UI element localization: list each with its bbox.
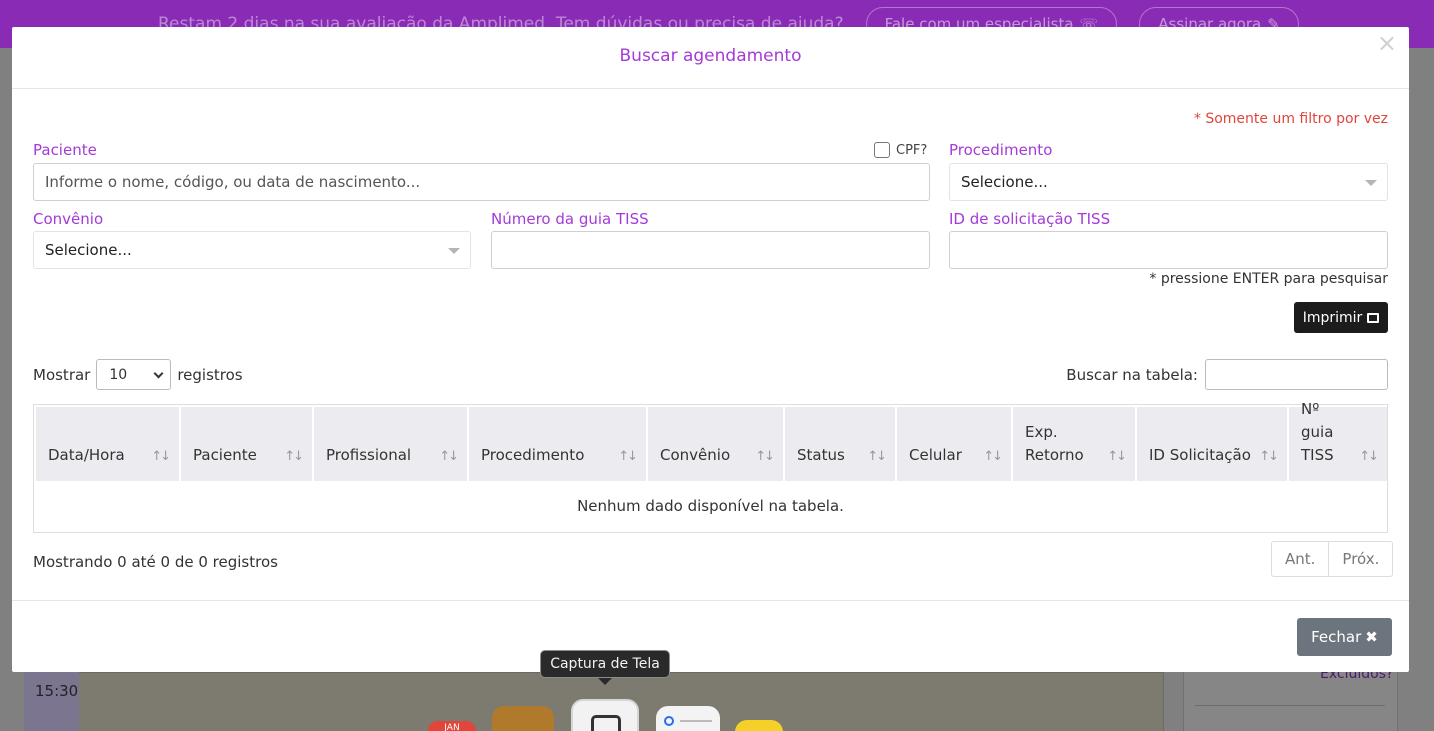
sort-icon: ↑↓ [151,449,171,464]
column-header-insurance[interactable]: Convênio ↑↓ [648,407,783,481]
page-length-select[interactable]: 10 [96,359,172,390]
chevron-down-icon [153,368,164,379]
column-header-mobile[interactable]: Celular ↑↓ [897,407,1011,481]
sort-icon: ↑↓ [1107,449,1127,464]
column-header-label: Celular [909,446,962,464]
column-header-professional[interactable]: Profissional ↑↓ [314,407,467,481]
insurance-select[interactable]: Selecione... [33,231,471,269]
procedure-select-value: Selecione... [961,173,1048,191]
insurance-label: Convênio [33,210,104,228]
tiss-guide-label: Número da guia TISS [491,210,649,228]
next-page-button[interactable]: Próx. [1328,542,1392,576]
column-header-label: Profissional [326,446,412,464]
chevron-down-icon [448,248,460,254]
page-length-value: 10 [109,366,128,383]
previous-page-button[interactable]: Ant. [1272,542,1328,576]
procedure-select[interactable]: Selecione... [949,163,1388,201]
dock-app-icon[interactable] [492,706,554,731]
sort-icon: ↑↓ [867,449,887,464]
calendar-time-label: 15:30 [35,682,79,700]
column-header-procedure[interactable]: Procedimento ↑↓ [469,407,646,481]
dock-tooltip: Captura de Tela [540,650,670,678]
pagination: Ant. Próx. [1271,541,1394,577]
modal-footer: Fechar ✖ [12,600,1409,672]
close-icon[interactable]: × [1377,29,1397,57]
appointments-table: Data/Hora ↑↓ Paciente ↑↓ Profissional ↑↓ Pr… [33,400,1388,533]
close-button-label: Fechar [1311,628,1362,646]
calendar-time-column [24,672,79,731]
column-header-label: Procedimento [481,446,585,464]
chevron-down-icon [1365,180,1377,186]
cpf-checkbox-group[interactable]: CPF? [874,142,927,158]
column-header-tiss-guide[interactable]: Nº guia TISS ↑↓ [1289,400,1387,481]
tiss-request-label: ID de solicitação TISS [949,210,1111,228]
table-header: Data/Hora ↑↓ Paciente ↑↓ Profissional ↑↓ Pr… [36,400,1387,481]
sort-icon: ↑↓ [1359,449,1379,464]
column-header-label: Data/Hora [48,446,125,464]
column-header-request-id[interactable]: ID Solicitação ↑↓ [1137,407,1287,481]
patient-search-input[interactable]: Informe o nome, código, ou data de nasci… [33,163,930,201]
column-header-patient[interactable]: Paciente ↑↓ [181,407,312,481]
dock-preferences-icon[interactable] [656,706,720,731]
column-header-label: Convênio [660,446,731,464]
page-length-control: Mostrar 10 registros [33,359,243,390]
dock-calendar-month: JAN [444,723,460,731]
modal-header: Buscar agendamento × [12,27,1409,89]
show-label: Mostrar [33,365,91,384]
table-search-input[interactable] [1205,359,1388,390]
slider-line-icon [680,720,712,722]
close-button[interactable]: Fechar ✖ [1297,618,1392,656]
printer-icon [1367,312,1380,323]
patient-label: Paciente [33,141,97,159]
table-search-label: Buscar na tabela: [1066,365,1198,384]
camera-icon [591,715,621,731]
column-header-return-exp[interactable]: Exp. Retorno ↑↓ [1013,407,1135,481]
single-filter-note: * Somente um filtro por vez [1193,111,1388,127]
column-header-label: ID Solicitação [1149,446,1251,464]
empty-table-message: Nenhum dado disponível na tabela. [577,497,844,515]
tiss-request-input[interactable] [949,231,1388,269]
column-header-datetime[interactable]: Data/Hora ↑↓ [36,407,179,481]
patient-search-placeholder: Informe o nome, código, ou data de nasci… [45,173,421,191]
dock-screenshot-icon[interactable] [571,699,639,731]
cpf-label: CPF? [896,142,928,158]
procedure-label: Procedimento [949,141,1053,159]
print-button[interactable]: Imprimir [1294,302,1388,333]
sort-icon: ↑↓ [618,449,638,464]
tiss-guide-input[interactable] [491,231,930,269]
close-icon: ✖ [1365,628,1378,646]
dock-notes-icon[interactable] [735,720,783,731]
modal-title: Buscar agendamento [619,46,802,66]
column-header-label: Nº guia TISS [1301,400,1334,464]
sort-icon: ↑↓ [284,449,304,464]
side-panel-divider [1195,705,1385,706]
radio-dot-icon [664,716,674,726]
sort-icon: ↑↓ [1259,449,1279,464]
column-header-label: Status [797,446,845,464]
column-header-label: Paciente [193,446,257,464]
dock-calendar-icon[interactable]: JAN [428,721,476,731]
cpf-checkbox[interactable] [874,142,890,158]
sort-icon: ↑↓ [755,449,775,464]
table-search: Buscar na tabela: [1066,359,1388,390]
sort-icon: ↑↓ [439,449,459,464]
enter-hint: * pressione ENTER para pesquisar [1149,271,1388,287]
records-label: registros [177,365,243,384]
table-info: Mostrando 0 até 0 de 0 registros [33,553,278,571]
sort-icon: ↑↓ [983,449,1003,464]
column-header-status[interactable]: Status ↑↓ [785,407,895,481]
search-appointment-modal: Buscar agendamento × * Somente um filtro… [12,27,1409,672]
insurance-select-value: Selecione... [45,241,132,259]
column-header-label: Exp. Retorno [1025,423,1084,464]
print-button-label: Imprimir [1302,309,1363,326]
tooltip-arrow [598,678,612,685]
